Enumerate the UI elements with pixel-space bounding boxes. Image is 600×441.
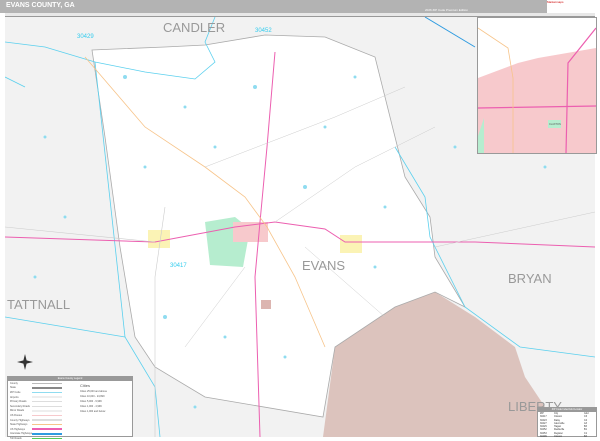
county-label-evans: EVANS xyxy=(302,258,345,273)
zip-label-30452: 30452 xyxy=(255,28,272,34)
county-label-bryan: BRYAN xyxy=(508,271,552,286)
zip-label-30429: 30429 xyxy=(77,34,94,40)
zip-area-small xyxy=(261,300,271,309)
header-bar: EVANS COUNTY, GA 2026 ZIP Code Premium E… xyxy=(0,0,600,13)
inset-map-canvas: CLAXTON xyxy=(477,27,597,154)
inset-label: CLAXTON xyxy=(549,123,561,126)
zip-label-30417: 30417 xyxy=(170,263,187,269)
zip-index-table: ZIP Code Index/Grid Locator ZIP City Grid … xyxy=(537,407,597,438)
inset-city-area xyxy=(478,48,596,153)
county-label-candler: CANDLER xyxy=(163,20,225,35)
publisher-logo: Marketmaps xyxy=(547,0,600,13)
zip-area-bellville xyxy=(148,230,170,248)
map-title: EVANS COUNTY, GA xyxy=(6,2,75,9)
inset-map[interactable]: CLAXTON xyxy=(477,17,597,154)
city-size-title: Cities xyxy=(80,383,91,388)
map-legend: Evans County Legend County State ZIP Cod… xyxy=(7,376,133,440)
edition-label: 2026 ZIP Code Premium Edition xyxy=(425,8,468,12)
city-size-item: Cities 1,000 and below xyxy=(80,410,106,413)
county-label-tattnall: TATTNALL xyxy=(7,297,70,312)
zip-area-daisy xyxy=(340,235,362,253)
